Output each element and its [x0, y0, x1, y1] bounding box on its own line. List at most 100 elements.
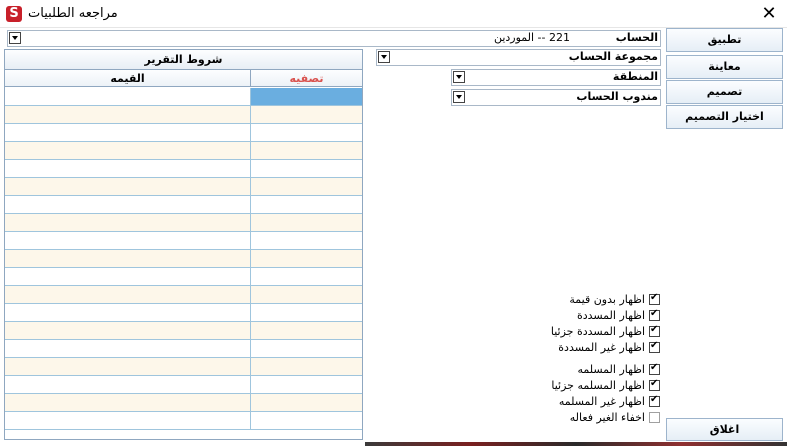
payment-option-2[interactable]: اظهار المسددة [540, 308, 660, 324]
value-cell[interactable] [5, 88, 251, 105]
checkbox-label: اظهار المسددة [576, 309, 645, 322]
filter-cell[interactable] [251, 250, 362, 267]
filter-cell[interactable] [251, 178, 362, 195]
close-window-button[interactable]: ✕ [757, 2, 781, 26]
title-bar: S مراجعه الطلبيات ✕ [0, 0, 787, 28]
value-cell[interactable] [5, 214, 251, 231]
payment-option-1[interactable]: اظهار بدون قيمة [540, 292, 660, 308]
close-button[interactable]: اغلاق [666, 418, 783, 441]
checkbox[interactable] [649, 394, 660, 407]
filter-cell[interactable] [251, 322, 362, 339]
filter-cell[interactable] [251, 376, 362, 393]
table-row[interactable] [5, 376, 362, 394]
account-group-dropdown-button[interactable] [378, 51, 390, 63]
account-dropdown-button[interactable] [9, 32, 21, 44]
value-cell[interactable] [5, 340, 251, 357]
filter-cell[interactable] [251, 214, 362, 231]
checkbox-label: اظهار غير المسددة [558, 341, 645, 354]
filter-cell[interactable] [251, 232, 362, 249]
delivery-option-2[interactable]: اظهار المسلمه جزئيا [540, 378, 660, 394]
report-conditions-title: شروط التقرير [5, 50, 362, 70]
checkbox-label: اظهار المسلمه [577, 363, 645, 376]
filter-cell[interactable] [251, 124, 362, 141]
filter-cell[interactable] [251, 286, 362, 303]
filter-cell[interactable] [251, 304, 362, 321]
region-label: المنطقة [612, 70, 658, 83]
delivery-option-3[interactable]: اظهار غير المسلمه [540, 394, 660, 410]
value-cell[interactable] [5, 322, 251, 339]
value-cell[interactable] [5, 142, 251, 159]
table-row[interactable] [5, 250, 362, 268]
value-cell[interactable] [5, 196, 251, 213]
filter-cell[interactable] [251, 268, 362, 285]
checkbox[interactable] [649, 412, 660, 423]
value-column-header[interactable]: القيمه [5, 70, 251, 87]
table-row[interactable] [5, 394, 362, 412]
checkbox-label: اظهار بدون قيمة [569, 293, 645, 306]
value-cell[interactable] [5, 394, 251, 411]
account-group-label: مجموعة الحساب [568, 50, 658, 63]
filter-cell[interactable] [251, 358, 362, 375]
table-row[interactable] [5, 232, 362, 250]
value-cell[interactable] [5, 376, 251, 393]
filter-cell[interactable] [251, 412, 362, 429]
filter-cell[interactable] [251, 88, 362, 105]
table-row[interactable] [5, 322, 362, 340]
filter-cell[interactable] [251, 196, 362, 213]
filter-cell[interactable] [251, 160, 362, 177]
table-row[interactable] [5, 340, 362, 358]
window-title: مراجعه الطلبيات [28, 6, 118, 21]
region-dropdown-button[interactable] [453, 71, 465, 83]
value-cell[interactable] [5, 268, 251, 285]
checkbox-label: اظهار غير المسلمه [558, 395, 645, 408]
checkbox[interactable] [649, 308, 660, 321]
filter-column-header[interactable]: تصفيه [251, 70, 362, 87]
checkbox[interactable] [649, 324, 660, 337]
design-button[interactable]: تصميم [666, 80, 783, 104]
value-cell[interactable] [5, 286, 251, 303]
table-row[interactable] [5, 106, 362, 124]
table-row[interactable] [5, 196, 362, 214]
payment-option-4[interactable]: اظهار غير المسددة [540, 340, 660, 356]
checkbox-label: اخفاء الغير فعاله [569, 411, 645, 424]
table-row[interactable] [5, 178, 362, 196]
value-cell[interactable] [5, 178, 251, 195]
preview-button[interactable]: معاينة [666, 55, 783, 79]
value-cell[interactable] [5, 250, 251, 267]
table-row[interactable] [5, 286, 362, 304]
table-row[interactable] [5, 304, 362, 322]
table-row[interactable] [5, 142, 362, 160]
value-cell[interactable] [5, 412, 251, 429]
table-row[interactable] [5, 124, 362, 142]
account-rep-dropdown-button[interactable] [453, 91, 465, 103]
apply-button[interactable]: تطبيق [666, 28, 783, 52]
table-row[interactable] [5, 358, 362, 376]
filter-cell[interactable] [251, 142, 362, 159]
choose-design-button[interactable]: اختيار التصميم [666, 105, 783, 129]
account-label: الحساب [615, 31, 658, 44]
checkbox-label: اظهار المسددة جزئيا [550, 325, 645, 338]
value-cell[interactable] [5, 304, 251, 321]
payment-option-3[interactable]: اظهار المسددة جزئيا [540, 324, 660, 340]
filter-cell[interactable] [251, 394, 362, 411]
taskbar-strip [365, 442, 787, 446]
delivery-option-4[interactable]: اخفاء الغير فعاله [540, 411, 660, 426]
app-logo-icon: S [6, 6, 22, 22]
value-cell[interactable] [5, 106, 251, 123]
delivery-option-1[interactable]: اظهار المسلمه [540, 362, 660, 378]
value-cell[interactable] [5, 232, 251, 249]
filter-cell[interactable] [251, 106, 362, 123]
checkbox[interactable] [649, 362, 660, 375]
table-row[interactable] [5, 160, 362, 178]
value-cell[interactable] [5, 160, 251, 177]
table-row[interactable] [5, 268, 362, 286]
checkbox[interactable] [649, 340, 660, 353]
value-cell[interactable] [5, 358, 251, 375]
checkbox[interactable] [649, 292, 660, 305]
table-row[interactable] [5, 88, 362, 106]
filter-cell[interactable] [251, 340, 362, 357]
table-row[interactable] [5, 214, 362, 232]
checkbox[interactable] [649, 378, 660, 391]
table-row[interactable] [5, 412, 362, 430]
value-cell[interactable] [5, 124, 251, 141]
